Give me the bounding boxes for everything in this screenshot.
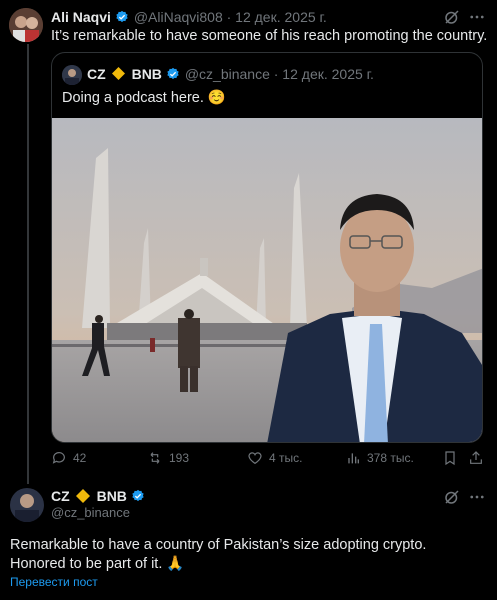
reply-button[interactable]: 42 [51,450,86,466]
reply-icon [52,452,65,464]
action-bar: 42 193 4 тыс. 378 тыс. [51,450,482,470]
post-header: Ali Naqvi @AliNaqvi808 · 12 дек. 2025 г. [51,9,327,27]
heart-icon [248,452,262,465]
handle-date: @AliNaqvi808 · 12 дек. 2025 г. [133,9,327,25]
verified-icon [116,10,129,23]
verified-icon [132,489,145,502]
quote-header: CZ BNB @cz_binance · 12 дек. 2025 г. [87,66,374,84]
quote-author-name: CZ [87,66,106,82]
views-button[interactable]: 378 тыс. [345,450,414,466]
post-text: It’s remarkable to have someone of his r… [51,28,488,44]
more-icon[interactable] [468,8,486,26]
avatar[interactable] [9,8,43,42]
reply-text-line1: Remarkable to have a country of Pakistan… [10,537,427,553]
verified-icon [167,67,180,80]
bnb-diamond-icon [76,489,91,503]
bnb-diamond-icon [112,67,126,80]
reply-handle[interactable]: @cz_binance [51,505,130,520]
quote-brand: BNB [131,66,162,82]
reply-brand: BNB [96,488,127,504]
reply-avatar[interactable] [10,488,44,522]
quote-handle-date: @cz_binance · 12 дек. 2025 г. [184,66,374,82]
quote-text: Doing a podcast here. ☺️ [62,90,226,106]
bookmark-button[interactable] [442,450,458,466]
views-count: 378 тыс. [367,451,414,465]
views-icon [348,453,359,464]
like-button[interactable]: 4 тыс. [247,450,302,466]
translate-link[interactable]: Перевести пост [10,575,98,589]
author-name[interactable]: Ali Naqvi [51,9,111,25]
repost-count: 193 [169,451,190,465]
like-count: 4 тыс. [269,451,303,465]
repost-icon [150,452,160,464]
quote-avatar[interactable] [62,65,82,85]
grok-icon[interactable] [443,488,461,506]
more-icon[interactable] [468,488,486,506]
bookmark-icon [445,451,455,466]
quote-photo[interactable] [52,118,482,442]
grok-icon[interactable] [443,8,461,26]
reply-count: 42 [73,451,87,465]
reply-author-name[interactable]: CZ [51,488,70,504]
quoted-post[interactable]: CZ BNB @cz_binance · 12 дек. 2025 г. Doi… [51,52,483,443]
share-button[interactable] [468,450,484,466]
repost-button[interactable]: 193 [147,450,189,466]
reply-header: CZ BNB [51,488,145,506]
share-icon [470,451,482,464]
main-post[interactable]: Ali Naqvi @AliNaqvi808 · 12 дек. 2025 г.… [0,0,497,470]
reply-text-line2: Honored to be part of it. 🙏 [10,556,185,572]
